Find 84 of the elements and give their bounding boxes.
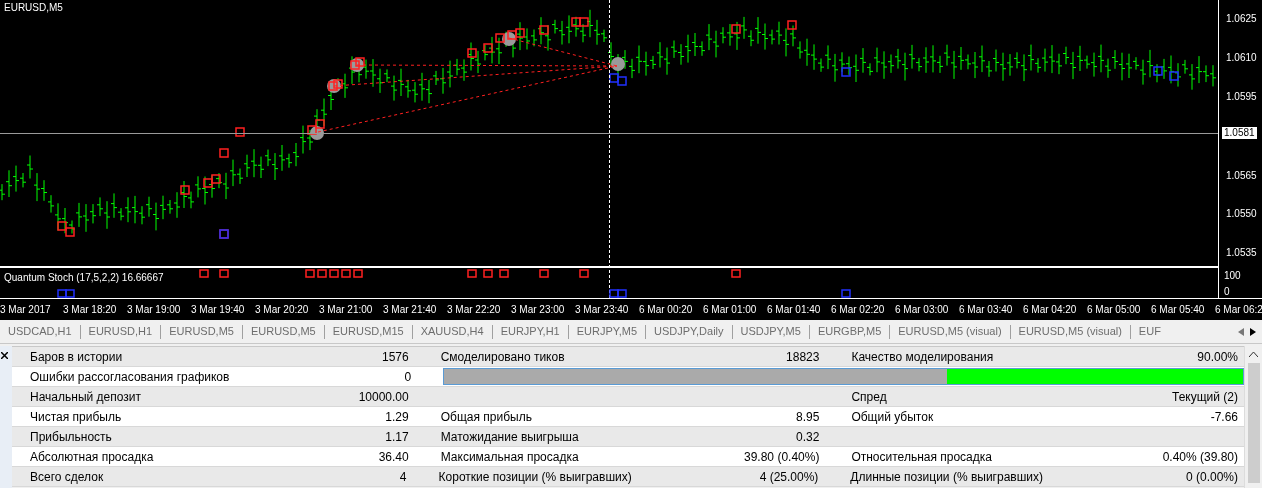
scroll-right-icon[interactable] bbox=[1250, 328, 1256, 336]
time-label: 6 Mar 00:20 bbox=[639, 305, 693, 315]
close-icon[interactable] bbox=[1, 352, 8, 359]
indicator-title: Quantum Stoch (17,5,2,2) 16.66667 bbox=[4, 273, 164, 283]
report-value: 0 (0.00%) bbox=[1185, 469, 1238, 484]
price-label: 1.0595 bbox=[1226, 92, 1257, 102]
chart-tab[interactable]: EURUSD,M5 (visual) bbox=[1010, 323, 1130, 340]
report-value: 0 bbox=[404, 369, 412, 384]
time-label: 3 Mar 19:40 bbox=[191, 305, 245, 315]
scroll-up-icon[interactable] bbox=[1249, 352, 1258, 357]
chart-tab[interactable]: USDJPY,Daily bbox=[646, 323, 732, 340]
crosshair-price-label: 1.0581 bbox=[1222, 127, 1257, 139]
report-value: 36.40 bbox=[378, 449, 409, 464]
report-value: Текущий (2) bbox=[1172, 389, 1238, 404]
time-label: 3 Mar 19:00 bbox=[127, 305, 181, 315]
time-label: 3 Mar 23:40 bbox=[575, 305, 629, 315]
report-value: 8.95 bbox=[796, 409, 820, 424]
chart-tab[interactable]: XAUUSD,H4 bbox=[412, 323, 492, 340]
report-label: Матожидание выигрыша bbox=[440, 429, 579, 444]
indicator-scale-label: 100 bbox=[1224, 271, 1241, 281]
chart-tab[interactable]: USDJPY,M5 bbox=[732, 323, 809, 340]
time-label: 6 Mar 01:40 bbox=[767, 305, 821, 315]
price-label: 1.0565 bbox=[1226, 171, 1257, 181]
report-label: Баров в истории bbox=[30, 349, 123, 364]
report-label: Абсолютная просадка bbox=[30, 449, 154, 464]
time-label: 6 Mar 06:2 bbox=[1215, 305, 1262, 315]
time-label: 6 Mar 03:40 bbox=[959, 305, 1013, 315]
scrollbar-thumb[interactable] bbox=[1247, 363, 1260, 483]
price-label: 1.0625 bbox=[1226, 14, 1257, 24]
chart-title: EURUSD,M5 bbox=[4, 3, 63, 13]
chart-tab[interactable]: EURUSD,M5 (visual) bbox=[890, 323, 1010, 340]
report-label: Смоделировано тиков bbox=[440, 349, 565, 364]
time-label: 3 Mar 21:40 bbox=[383, 305, 437, 315]
price-label: 1.0535 bbox=[1226, 248, 1257, 258]
report-label: Чистая прибыль bbox=[30, 409, 122, 424]
report-label: Ошибки рассогласования графиков bbox=[30, 369, 230, 384]
report-value: -7.66 bbox=[1210, 409, 1238, 424]
time-label: 3 Mar 22:20 bbox=[447, 305, 501, 315]
report-label: Общая прибыль bbox=[440, 409, 532, 424]
report-label: Относительная просадка bbox=[851, 449, 992, 464]
time-label: 3 Mar 23:00 bbox=[511, 305, 565, 315]
time-label: 6 Mar 04:20 bbox=[1023, 305, 1077, 315]
time-label: 6 Mar 05:00 bbox=[1087, 305, 1141, 315]
report-label: Спред bbox=[851, 389, 887, 404]
scroll-left-icon[interactable] bbox=[1238, 328, 1244, 336]
chart-tab[interactable]: EURJPY,M5 bbox=[568, 323, 646, 340]
report-value: 10000.00 bbox=[358, 389, 409, 404]
report-label: Максимальная просадка bbox=[440, 449, 579, 464]
report-label: Качество моделирования bbox=[851, 349, 994, 364]
time-label: 3 Mar 2017 bbox=[0, 305, 51, 315]
report-label: Общий убыток bbox=[851, 409, 934, 424]
time-label: 6 Mar 03:00 bbox=[895, 305, 949, 315]
chart-tab[interactable]: EURUSD,M5 bbox=[161, 323, 242, 340]
report-value: 4 bbox=[399, 469, 407, 484]
report-label: Короткие позиции (% выигравших) bbox=[438, 469, 632, 484]
report-value: 1576 bbox=[382, 349, 409, 364]
price-label: 1.0550 bbox=[1226, 209, 1257, 219]
time-label: 6 Mar 05:40 bbox=[1151, 305, 1205, 315]
indicator-scale-label: 0 bbox=[1224, 287, 1230, 297]
chart-tab[interactable]: EURUSD,M5 bbox=[242, 323, 324, 340]
report-label: Прибыльность bbox=[30, 429, 112, 444]
chart-tab[interactable]: EURUSD,H1 bbox=[80, 323, 161, 340]
time-label: 3 Mar 21:00 bbox=[319, 305, 373, 315]
report-label: Длинные позиции (% выигравших) bbox=[850, 469, 1044, 484]
chart-tab[interactable]: EUF bbox=[1130, 323, 1169, 340]
time-label: 3 Mar 20:20 bbox=[255, 305, 309, 315]
chart-tab[interactable]: EURUSD,M15 bbox=[324, 323, 412, 340]
report-value: 1.29 bbox=[385, 409, 409, 424]
time-label: 6 Mar 01:00 bbox=[703, 305, 757, 315]
report-value: 39.80 (0.40%) bbox=[744, 449, 820, 464]
report-value: 18823 bbox=[786, 349, 820, 364]
report-value: 1.17 bbox=[385, 429, 409, 444]
report-value: 4 (25.00%) bbox=[759, 469, 819, 484]
chart-tab[interactable]: EURJPY,H1 bbox=[492, 323, 568, 340]
price-label: 1.0610 bbox=[1226, 53, 1257, 63]
report-value: 0.40% (39.80) bbox=[1162, 449, 1238, 464]
time-label: 6 Mar 02:20 bbox=[831, 305, 885, 315]
report-value: 90.00% bbox=[1197, 349, 1238, 364]
chart-tab[interactable]: EURGBP,M5 bbox=[809, 323, 890, 340]
time-label: 3 Mar 18:20 bbox=[63, 305, 117, 315]
report-label: Начальный депозит bbox=[30, 389, 141, 404]
report-label: Всего сделок bbox=[30, 469, 104, 484]
report-value: 0.32 bbox=[796, 429, 820, 444]
chart-tab[interactable]: USDCAD,H1 bbox=[0, 323, 80, 340]
